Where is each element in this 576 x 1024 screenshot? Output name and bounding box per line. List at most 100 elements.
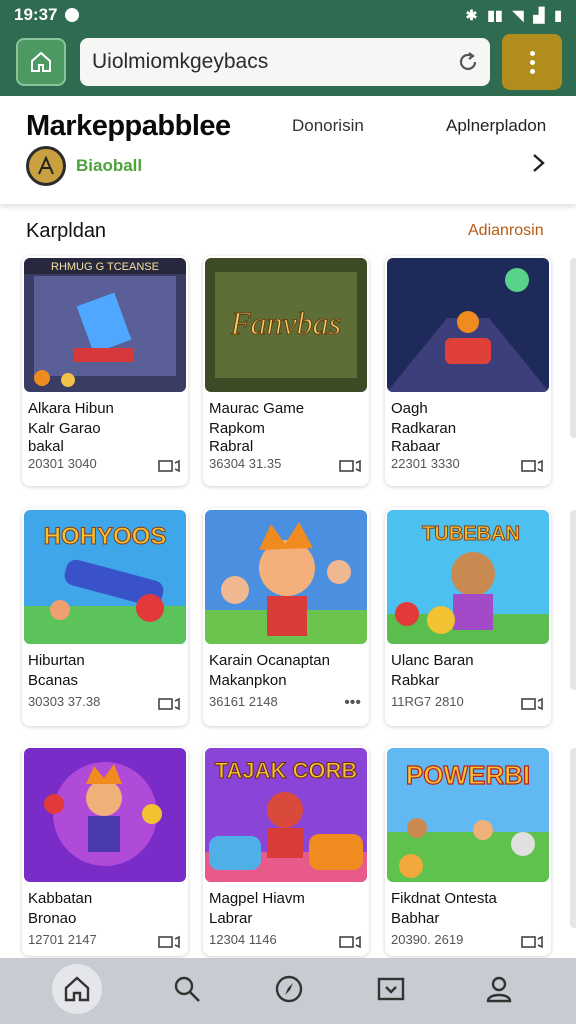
more-dots-icon[interactable]: ••• (344, 694, 361, 712)
card-subtitle: Rapkom (209, 420, 265, 437)
status-time: 19:37 (14, 5, 58, 24)
profile-icon (486, 976, 512, 1003)
screen-icon[interactable] (521, 459, 543, 473)
menu-button[interactable] (502, 34, 562, 90)
bottom-navigation (0, 958, 576, 1024)
card-meta: 30303 37.38 (28, 694, 101, 709)
game-card[interactable]: Kabbatan Bronao 12701 2147 (22, 746, 188, 956)
reload-icon[interactable] (456, 50, 480, 74)
game-card[interactable]: POWERBI Fikdnat Ontesta Babhar 20390. 26… (385, 746, 551, 956)
card-subtitle: Labrar (209, 910, 253, 927)
screen-icon[interactable] (158, 697, 180, 711)
next-card-edge (570, 258, 576, 438)
nav-explore[interactable] (264, 964, 314, 1014)
next-card-edge (570, 748, 576, 928)
screen-icon[interactable] (158, 459, 180, 473)
screen-icon[interactable] (339, 935, 361, 949)
card-title: Maurac Game (209, 400, 305, 417)
tab-1[interactable]: Donorisin (292, 116, 364, 136)
game-card[interactable]: TAJAK CORB Magpel Hiavm Labrar 12304 114… (203, 746, 369, 956)
section-link[interactable]: Adianrosin (468, 222, 544, 240)
card-subtitle: Bronao (28, 910, 77, 927)
search-icon (174, 976, 200, 1002)
brand-logo[interactable] (26, 146, 66, 186)
game-thumbnail: TAJAK CORB (205, 748, 367, 882)
section-title: Karpldan (26, 220, 107, 242)
game-card[interactable]: HOHYOOS Hiburtan Bcanas 30303 37.38 (22, 508, 188, 726)
wifi-icon: ◥ (512, 6, 524, 23)
game-card[interactable]: TUBEBAN Ulanc Baran Rabkar 11RG7 2810 (385, 508, 551, 726)
page-title: Markeppabblee (26, 110, 231, 142)
download-icon (377, 977, 405, 1001)
svg-text:HOHYOOS: HOHYOOS (44, 523, 167, 550)
game-thumbnail: HOHYOOS (24, 510, 186, 644)
screen-icon[interactable] (339, 459, 361, 473)
card-title: Karain Ocanaptan (209, 652, 330, 669)
home-icon (31, 51, 51, 72)
card-subtitle: Rabkar (391, 672, 440, 689)
game-card[interactable]: RHMUG G TCEANSE Alkara Hibun Kalr Garao … (22, 256, 188, 486)
card-meta: 20390. 2619 (391, 932, 464, 947)
game-card[interactable]: Karain Ocanaptan Makanpkon 36161 2148 ••… (203, 508, 369, 726)
nav-home[interactable] (52, 964, 102, 1014)
card-subtitle: Kalr Garao (28, 420, 101, 437)
status-bar: 19:37 ✱ ▮▮ ◥ ▟ ▮ (0, 0, 576, 30)
nav-downloads[interactable] (366, 964, 416, 1014)
card-title: Kabbatan (28, 890, 93, 907)
card-meta: 12304 1146 (209, 932, 277, 947)
status-icons: ✱ ▮▮ ◥ ▟ ▮ (466, 7, 562, 24)
card-subtitle: Babhar (391, 910, 440, 927)
game-thumbnail (387, 258, 549, 392)
card-subtitle: Radkaran (391, 420, 457, 437)
signal-icon: ▮▮ (487, 6, 503, 23)
card-subtitle: Makanpkon (209, 672, 287, 689)
battery-icon: ▮ (554, 6, 562, 23)
card-meta: 20301 3040 (28, 456, 97, 471)
card-subtitle: Bcanas (28, 672, 79, 689)
card-title: Alkara Hibun (28, 400, 114, 417)
compass-icon (275, 975, 303, 1003)
svg-text:TAJAK CORB: TAJAK CORB (215, 758, 358, 783)
card-tag: Rabaar (391, 438, 441, 455)
url-field[interactable]: Uiolmiomkgeybacs (80, 38, 490, 86)
nav-profile[interactable] (474, 964, 524, 1014)
game-card[interactable]: Oagh Radkaran Rabaar 22301 3330 (385, 256, 551, 486)
game-thumbnail (205, 510, 367, 644)
game-thumbnail: Fanvbas (205, 258, 367, 392)
url-text: Uiolmiomkgeybacs (92, 50, 269, 73)
nav-search[interactable] (162, 964, 212, 1014)
home-button[interactable] (16, 38, 66, 86)
card-title: Fikdnat Ontesta (391, 890, 497, 907)
signal-bars-icon: ▟ (533, 6, 545, 23)
tab-2[interactable]: Aplnerpladon (446, 116, 546, 136)
game-card[interactable]: Fanvbas Maurac Game Rapkom Rabral 36304 … (203, 256, 369, 486)
home-icon (64, 976, 90, 1002)
card-meta: 22301 3330 (391, 456, 460, 471)
more-icon (529, 50, 535, 74)
game-thumbnail (24, 748, 186, 882)
card-title: Hiburtan (28, 652, 85, 669)
svg-text:POWERBI: POWERBI (406, 760, 530, 790)
chevron-right-icon[interactable] (530, 152, 548, 174)
page-header: Markeppabblee Donorisin Aplnerpladon Bia… (0, 96, 576, 204)
card-title: Oagh (391, 400, 428, 417)
card-meta: 11RG7 2810 (391, 694, 464, 709)
card-meta: 12701 2147 (28, 932, 97, 947)
notification-icon (65, 8, 80, 22)
svg-text:RHMUG G TCEANSE: RHMUG G TCEANSE (51, 261, 159, 273)
card-tag: Rabral (209, 438, 254, 455)
svg-text:Fanvbas: Fanvbas (230, 305, 341, 341)
screen-icon[interactable] (521, 697, 543, 711)
screen-icon[interactable] (158, 935, 180, 949)
svg-text:TUBEBAN: TUBEBAN (422, 523, 520, 545)
logo-icon (38, 155, 54, 175)
game-thumbnail: POWERBI (387, 748, 549, 882)
game-thumbnail: RHMUG G TCEANSE (24, 258, 186, 392)
browser-toolbar: Uiolmiomkgeybacs (0, 30, 576, 96)
game-thumbnail: TUBEBAN (387, 510, 549, 644)
card-meta: 36304 31.35 (209, 456, 282, 471)
card-title: Ulanc Baran (391, 652, 474, 669)
brand-name[interactable]: Biaoball (76, 156, 142, 176)
screen-icon[interactable] (521, 935, 543, 949)
bluetooth-icon: ✱ (465, 6, 478, 23)
